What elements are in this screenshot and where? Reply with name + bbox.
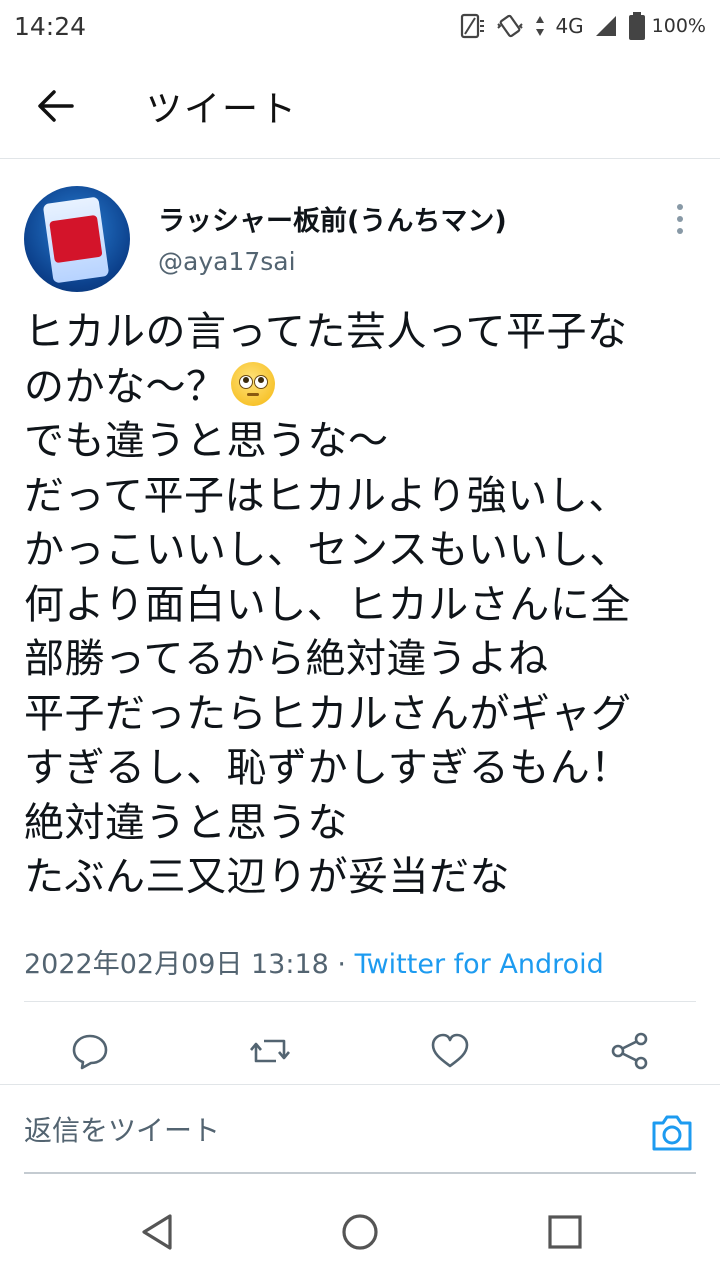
nav-recents-button[interactable] xyxy=(545,1212,585,1252)
camera-icon xyxy=(652,1115,692,1151)
tweet-text-line: すぎるし、恥ずかしすぎるもん！ xyxy=(24,745,631,791)
nav-home-icon xyxy=(342,1214,378,1250)
reply-icon xyxy=(72,1034,108,1070)
sim-icon xyxy=(461,13,485,39)
display-name[interactable]: ラッシャー板前(うんちマン) xyxy=(158,199,507,238)
reply-button[interactable] xyxy=(70,1031,110,1071)
nav-home-button[interactable] xyxy=(340,1212,380,1252)
status-icons: 4G 100% xyxy=(459,11,706,41)
tweet-text-line: でも違うと思うな〜 xyxy=(24,418,389,464)
more-vertical-icon xyxy=(677,204,683,234)
tweet-text-fragment: のかな〜？ xyxy=(24,363,227,410)
reply-input[interactable] xyxy=(24,1095,624,1165)
tweet-text-line: かっこいいし、センスもいいし、 xyxy=(24,527,630,573)
share-icon xyxy=(611,1032,648,1070)
tweet-text-line: たぶん三又辺りが妥当だな xyxy=(24,854,510,900)
camera-button[interactable] xyxy=(650,1113,694,1153)
tweet-source-link[interactable]: Twitter for Android xyxy=(355,949,604,980)
reply-underline xyxy=(24,1172,696,1174)
page-title: ツイート xyxy=(146,89,299,130)
nav-recents-icon xyxy=(548,1215,582,1249)
status-bar: 14:24 4G 100% xyxy=(0,0,720,52)
tweet-text-line: だって平子はヒカルより強いし、 xyxy=(24,472,629,519)
tweet-text-line: 平子だったらヒカルさんがギャグ xyxy=(24,690,632,737)
share-button[interactable] xyxy=(610,1031,650,1071)
network-type: 4G xyxy=(555,14,584,38)
vibrate-icon xyxy=(497,14,524,38)
tweet-text-line: ヒカルの言ってた芸人って平子な xyxy=(24,309,628,355)
data-arrows-icon xyxy=(536,16,545,36)
retweet-icon xyxy=(250,1039,290,1063)
user-handle[interactable]: @aya17sai xyxy=(158,247,296,276)
battery-percent: 100% xyxy=(651,15,706,37)
like-button[interactable] xyxy=(430,1031,470,1071)
tweet-text-line: 絶対違うと思うな xyxy=(24,799,348,846)
signal-icon xyxy=(595,16,616,36)
arrow-left-icon xyxy=(38,90,74,122)
retweet-button[interactable] xyxy=(250,1031,290,1071)
system-nav-bar xyxy=(0,1180,720,1280)
pleading-face-emoji xyxy=(230,361,275,406)
divider xyxy=(24,1001,696,1002)
meta-separator: · xyxy=(328,949,355,980)
tweet-actions xyxy=(0,1005,720,1095)
back-button[interactable] xyxy=(36,88,76,124)
tweet-text-line: 何より面白いし、ヒカルさんに全 xyxy=(24,581,631,628)
like-icon xyxy=(431,1033,469,1068)
tweet-text: ヒカルの言ってた芸人って平子な のかな〜？ でも違うと思うな〜 だって平子はヒカ… xyxy=(24,305,704,905)
nav-back-icon xyxy=(142,1214,172,1250)
top-bar: ツイート xyxy=(0,52,720,159)
tweet-meta: 2022年02月09日 13:18 · Twitter for Android xyxy=(24,942,604,981)
battery-icon xyxy=(628,12,645,40)
tweet-text-line: のかな〜？ xyxy=(24,360,704,415)
reply-area xyxy=(0,1084,720,1175)
tweet-text-line: 部勝ってるから絶対違うよね xyxy=(24,636,549,682)
avatar[interactable] xyxy=(24,186,130,292)
tweet-timestamp: 2022年02月09日 13:18 xyxy=(24,949,329,980)
nav-back-button[interactable] xyxy=(138,1212,178,1252)
status-time: 14:24 xyxy=(14,11,87,41)
more-options-button[interactable] xyxy=(670,201,690,237)
